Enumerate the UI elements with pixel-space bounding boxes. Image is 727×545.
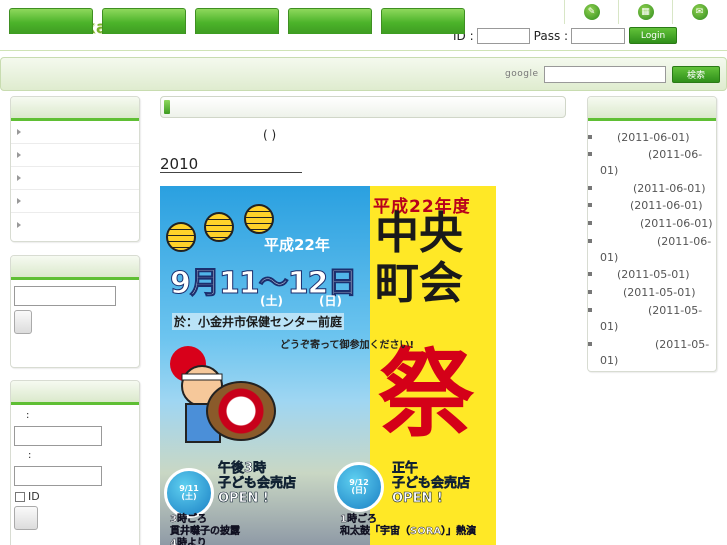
day1-event: 午後3時 子ども会売店 OPEN ! [218, 461, 297, 506]
news-item-6-line2[interactable]: 01) [600, 249, 618, 266]
article-subtitle: ( ) [263, 128, 277, 142]
news-item-7[interactable]: (2011-05-01) [617, 266, 690, 283]
password-input[interactable] [571, 27, 626, 44]
bullet-icon [588, 186, 592, 190]
header-login-form: ID : Pass : Login [453, 27, 678, 44]
day2-badge: 9/12 (日) [334, 462, 384, 512]
news-item-2-line2[interactable]: 01) [600, 162, 618, 179]
arrow-right-icon [17, 221, 21, 228]
pass-label: Pass : [533, 28, 569, 43]
login-field-label-2: : [28, 450, 32, 461]
arrow-right-icon [17, 175, 21, 181]
news-item-10-line1[interactable]: (2011-05- [655, 336, 709, 353]
search-button[interactable]: 検索 [672, 66, 720, 83]
header-divider [0, 50, 727, 51]
lantern-icon [204, 212, 234, 242]
day2-event: 正午 子ども会売店 OPEN ! [392, 461, 471, 506]
bullet-icon [588, 272, 592, 276]
news-item-5[interactable]: (2011-06-01) [640, 215, 713, 232]
bullet-icon [588, 342, 592, 346]
remember-id-checkbox[interactable] [15, 491, 25, 502]
menu-item-1[interactable] [11, 121, 139, 144]
news-item-9-line2[interactable]: 01) [600, 318, 618, 335]
bullet-icon [588, 239, 592, 243]
menu-item-4[interactable] [11, 190, 139, 213]
top-icon-cell-write[interactable]: ✎ [564, 0, 618, 24]
bullet-icon [588, 290, 592, 294]
login-panel-header [11, 381, 139, 405]
nav-tab-3[interactable] [195, 8, 279, 34]
arrow-right-icon [17, 152, 21, 158]
festival-poster-image: 平成22年度 中央 町会 祭 平成22年 9月11～12日 (土) (日) 於：… [160, 186, 496, 545]
bullet-icon [588, 221, 592, 225]
drum-icon [206, 381, 276, 441]
news-item-8[interactable]: (2011-05-01) [623, 284, 696, 301]
login-button[interactable]: Login [629, 27, 678, 44]
menu-item-3[interactable] [11, 167, 139, 190]
bullet-icon [588, 203, 592, 207]
lantern-icon [166, 222, 196, 252]
search-input[interactable] [544, 66, 666, 83]
arrow-right-icon [17, 129, 21, 135]
menu-panel [10, 96, 140, 242]
news-item-9-line1[interactable]: (2011-05- [648, 302, 702, 319]
pencil-icon[interactable]: ✎ [583, 4, 600, 20]
menu-panel-header [11, 97, 139, 121]
mail-icon[interactable]: ✉ [691, 4, 708, 20]
bullet-icon [588, 152, 592, 156]
site-search-button[interactable] [14, 310, 32, 334]
calendar-icon[interactable]: ▦ [637, 4, 654, 20]
remember-id-label: ID [28, 490, 40, 503]
day2-dow: (日) [351, 486, 367, 495]
bullet-icon [588, 135, 592, 139]
news-item-2-line1[interactable]: (2011-06- [648, 146, 702, 163]
remember-id-row: ID [15, 490, 40, 503]
title-marker-icon [164, 100, 170, 114]
bullet-icon [588, 308, 592, 312]
login-field-label-1: : [26, 410, 30, 421]
news-item-3[interactable]: (2011-06-01) [633, 180, 706, 197]
login-user-input[interactable] [14, 426, 102, 446]
poster-era: 平成22年 [264, 236, 330, 254]
top-icon-bar: ✎ ▦ ✉ [564, 0, 727, 24]
nav-tab-2[interactable] [102, 8, 186, 34]
login-submit-button[interactable] [14, 506, 38, 530]
site-search-input[interactable] [14, 286, 116, 306]
news-item-4[interactable]: (2011-06-01) [630, 197, 703, 214]
poster-venue: 於：小金井市保健センター前庭 [172, 313, 345, 330]
article-heading[interactable]: 2010 [160, 156, 302, 173]
news-item-10-line2[interactable]: 01) [600, 352, 618, 369]
day1-dow: (土) [181, 492, 197, 501]
poster-title-line1: 中央 [375, 208, 463, 259]
top-icon-cell-mail[interactable]: ✉ [672, 0, 726, 24]
news-panel-header [588, 97, 716, 121]
news-item-1[interactable]: (2011-06-01) [617, 129, 690, 146]
arrow-right-icon [17, 198, 21, 204]
lantern-icon [244, 204, 274, 234]
nav-tab-5[interactable] [381, 8, 465, 34]
poster-days: (土) (日) [260, 294, 342, 308]
poster-invite: どうぞ寄って御参加ください! [280, 340, 415, 351]
top-icon-cell-calendar[interactable]: ▦ [618, 0, 672, 24]
poster-bottom-left: 3時ごろ 貫井囃子の披露 4時より [170, 514, 240, 545]
poster-title-line2: 町会 [375, 258, 463, 309]
google-label: google [505, 69, 539, 79]
day1-badge: 9/11 (土) [164, 468, 214, 518]
poster-bottom-right: 1時ごろ 和太鼓「宇宙（SORA）」熱演 [340, 514, 477, 537]
nav-tab-4[interactable] [288, 8, 372, 34]
nav-tab-1[interactable] [9, 8, 93, 34]
news-item-6-line1[interactable]: (2011-06- [657, 233, 711, 250]
poster-festival-char: 祭 [378, 338, 474, 450]
menu-item-2[interactable] [11, 144, 139, 167]
site-search-panel-header [11, 256, 139, 280]
menu-item-5[interactable] [11, 213, 139, 236]
content-title-bar [160, 96, 566, 118]
id-input[interactable] [476, 27, 530, 44]
login-password-input[interactable] [14, 466, 102, 486]
